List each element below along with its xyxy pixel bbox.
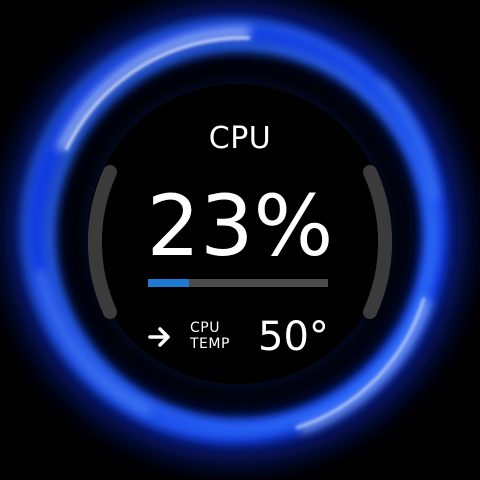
cpu-usage-bar-fill	[148, 279, 190, 287]
cpu-temp-label-line2: TEMP	[190, 336, 230, 352]
cpu-usage-bar	[148, 279, 328, 287]
cpu-temp-label: CPU TEMP	[190, 320, 230, 352]
cpu-temp-value: 50°	[258, 314, 329, 360]
cpu-temp-label-line1: CPU	[190, 320, 220, 336]
cpu-title: CPU	[208, 121, 272, 156]
cpu-usage-percent: 23%	[146, 177, 334, 275]
cpu-monitor-screen: CPU 23% CPU TEMP 50°	[0, 0, 480, 480]
cpu-temp-row: CPU TEMP 50°	[148, 314, 348, 362]
arrow-right-icon	[148, 327, 170, 347]
